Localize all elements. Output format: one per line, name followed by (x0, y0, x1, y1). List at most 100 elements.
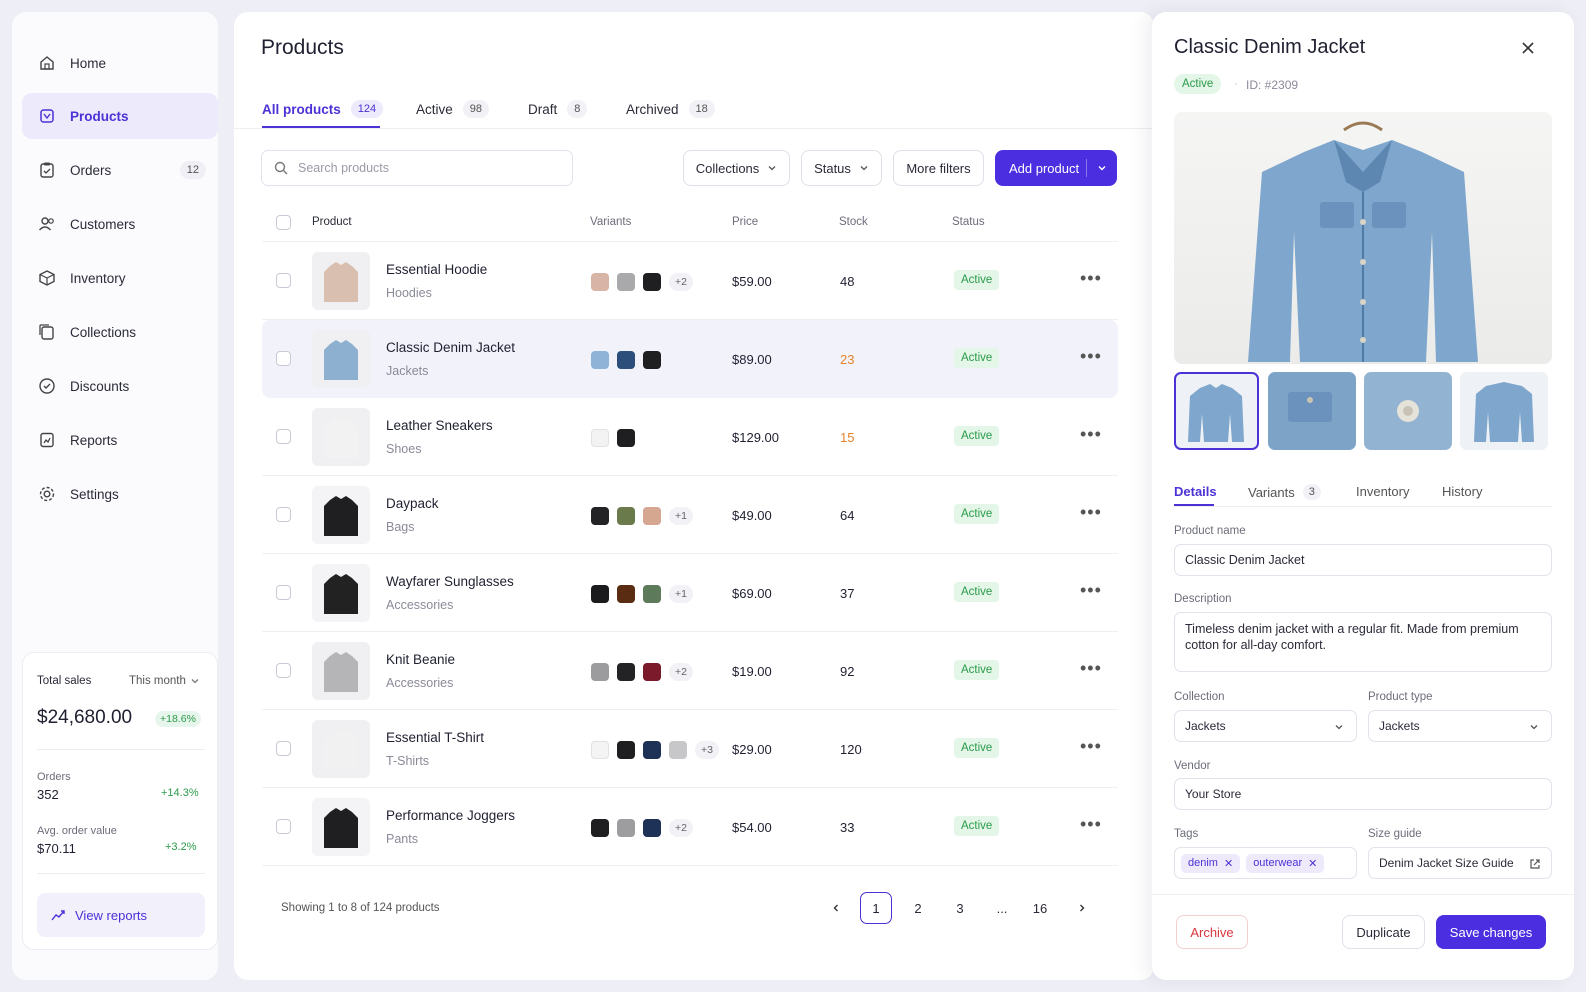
product-name[interactable]: Classic Denim Jacket (386, 340, 515, 355)
tags-input[interactable]: denim ✕ outerwear ✕ (1174, 847, 1357, 879)
duplicate-button[interactable]: Duplicate (1342, 915, 1425, 949)
variant-swatch[interactable] (643, 663, 661, 681)
product-name[interactable]: Essential T-Shirt (386, 730, 484, 745)
variant-swatch[interactable] (643, 819, 661, 837)
remove-tag-icon[interactable]: ✕ (1308, 857, 1317, 870)
collections-filter[interactable]: Collections (683, 150, 790, 186)
variant-swatch[interactable] (643, 585, 661, 603)
tab-active[interactable]: Active 98 (416, 100, 490, 118)
select-all-checkbox[interactable] (276, 215, 291, 230)
table-row[interactable]: Classic Denim Jacket Jackets $89.00 23 A… (262, 320, 1118, 398)
table-row[interactable]: Leather Sneakers Shoes $129.00 15 Active… (262, 398, 1118, 476)
variant-swatch[interactable] (617, 273, 635, 291)
variant-swatch[interactable] (591, 273, 609, 291)
collection-select[interactable]: Jackets (1174, 710, 1357, 742)
product-name[interactable]: Wayfarer Sunglasses (386, 574, 514, 589)
more-variants-chip[interactable]: +1 (669, 585, 693, 603)
variant-swatch[interactable] (617, 663, 635, 681)
panel-tab-inventory[interactable]: Inventory (1356, 484, 1409, 499)
panel-tab-details[interactable]: Details (1174, 484, 1217, 499)
variant-swatch[interactable] (617, 429, 635, 447)
variant-swatch[interactable] (617, 741, 635, 759)
column-variants[interactable]: Variants (590, 216, 631, 228)
add-product-button[interactable]: Add product (995, 150, 1117, 186)
sidebar-item-orders[interactable]: Orders 12 (22, 147, 218, 193)
variant-swatch[interactable] (617, 351, 635, 369)
status-filter[interactable]: Status (801, 150, 882, 186)
panel-tab-variants[interactable]: Variants 3 (1248, 484, 1321, 500)
variant-swatch[interactable] (643, 351, 661, 369)
view-reports-button[interactable]: View reports (37, 893, 205, 937)
product-name[interactable]: Leather Sneakers (386, 418, 493, 433)
panel-tab-history[interactable]: History (1442, 484, 1482, 499)
tab-archived[interactable]: Archived 18 (626, 100, 715, 118)
size-guide-link[interactable]: Denim Jacket Size Guide (1368, 847, 1552, 879)
row-checkbox[interactable] (276, 585, 291, 600)
variant-swatch[interactable] (643, 273, 661, 291)
table-row[interactable]: Knit Beanie Accessories +2 $19.00 92 Act… (262, 632, 1118, 710)
prev-page-button[interactable] (820, 892, 852, 924)
vendor-input[interactable]: Your Store (1174, 778, 1552, 810)
sidebar-item-customers[interactable]: Customers (22, 201, 218, 247)
table-row[interactable]: Essential Hoodie Hoodies +2 $59.00 48 Ac… (262, 242, 1118, 320)
variant-swatch[interactable] (591, 585, 609, 603)
row-actions-icon[interactable]: ••• (1080, 424, 1102, 445)
thumbnail-2[interactable] (1268, 372, 1356, 450)
tab-all-products[interactable]: All products 124 (262, 100, 384, 118)
variant-swatch[interactable] (591, 507, 609, 525)
column-status[interactable]: Status (952, 216, 985, 228)
row-actions-icon[interactable]: ••• (1080, 502, 1102, 523)
page-button[interactable]: 2 (902, 892, 934, 924)
more-variants-chip[interactable]: +2 (669, 273, 693, 291)
variant-swatch[interactable] (591, 351, 609, 369)
save-changes-button[interactable]: Save changes (1436, 915, 1546, 949)
row-actions-icon[interactable]: ••• (1080, 736, 1102, 757)
page-button[interactable]: 3 (944, 892, 976, 924)
row-actions-icon[interactable]: ••• (1080, 268, 1102, 289)
sidebar-item-products[interactable]: Products (22, 93, 218, 139)
archive-button[interactable]: Archive (1176, 915, 1248, 949)
more-variants-chip[interactable]: +1 (669, 507, 693, 525)
description-textarea[interactable]: Timeless denim jacket with a regular fit… (1174, 612, 1552, 672)
search-input[interactable]: Search products (261, 150, 573, 186)
row-checkbox[interactable] (276, 507, 291, 522)
row-checkbox[interactable] (276, 741, 291, 756)
remove-tag-icon[interactable]: ✕ (1224, 857, 1233, 870)
page-button[interactable]: 16 (1024, 892, 1056, 924)
table-row[interactable]: Daypack Bags +1 $49.00 64 Active ••• (262, 476, 1118, 554)
more-variants-chip[interactable]: +2 (669, 819, 693, 837)
row-checkbox[interactable] (276, 663, 291, 678)
row-actions-icon[interactable]: ••• (1080, 658, 1102, 679)
column-product[interactable]: Product (312, 216, 352, 228)
table-row[interactable]: Essential T-Shirt T-Shirts +3 $29.00 120… (262, 710, 1118, 788)
product-name-input[interactable]: Classic Denim Jacket (1174, 544, 1552, 576)
sidebar-item-reports[interactable]: Reports (22, 417, 218, 463)
row-checkbox[interactable] (276, 819, 291, 834)
row-checkbox[interactable] (276, 351, 291, 366)
variant-swatch[interactable] (591, 429, 609, 447)
variant-swatch[interactable] (617, 819, 635, 837)
row-checkbox[interactable] (276, 429, 291, 444)
chevron-down-icon[interactable] (1097, 163, 1107, 173)
row-actions-icon[interactable]: ••• (1080, 814, 1102, 835)
column-stock[interactable]: Stock (839, 216, 868, 228)
product-name[interactable]: Performance Joggers (386, 808, 515, 823)
sidebar-item-settings[interactable]: Settings (22, 471, 218, 517)
row-actions-icon[interactable]: ••• (1080, 346, 1102, 367)
page-button[interactable]: 1 (860, 892, 892, 924)
more-variants-chip[interactable]: +2 (669, 663, 693, 681)
product-name[interactable]: Essential Hoodie (386, 262, 487, 277)
variant-swatch[interactable] (669, 741, 687, 759)
variant-swatch[interactable] (643, 741, 661, 759)
thumbnail-1[interactable] (1174, 372, 1259, 450)
period-select[interactable]: This month (129, 675, 200, 687)
more-variants-chip[interactable]: +3 (695, 741, 719, 759)
thumbnail-3[interactable] (1364, 372, 1452, 450)
variant-swatch[interactable] (617, 507, 635, 525)
variant-swatch[interactable] (643, 507, 661, 525)
row-actions-icon[interactable]: ••• (1080, 580, 1102, 601)
thumbnail-4[interactable] (1460, 372, 1548, 450)
close-button[interactable] (1516, 36, 1540, 60)
sidebar-item-home[interactable]: Home (22, 40, 218, 86)
column-price[interactable]: Price (732, 216, 758, 228)
